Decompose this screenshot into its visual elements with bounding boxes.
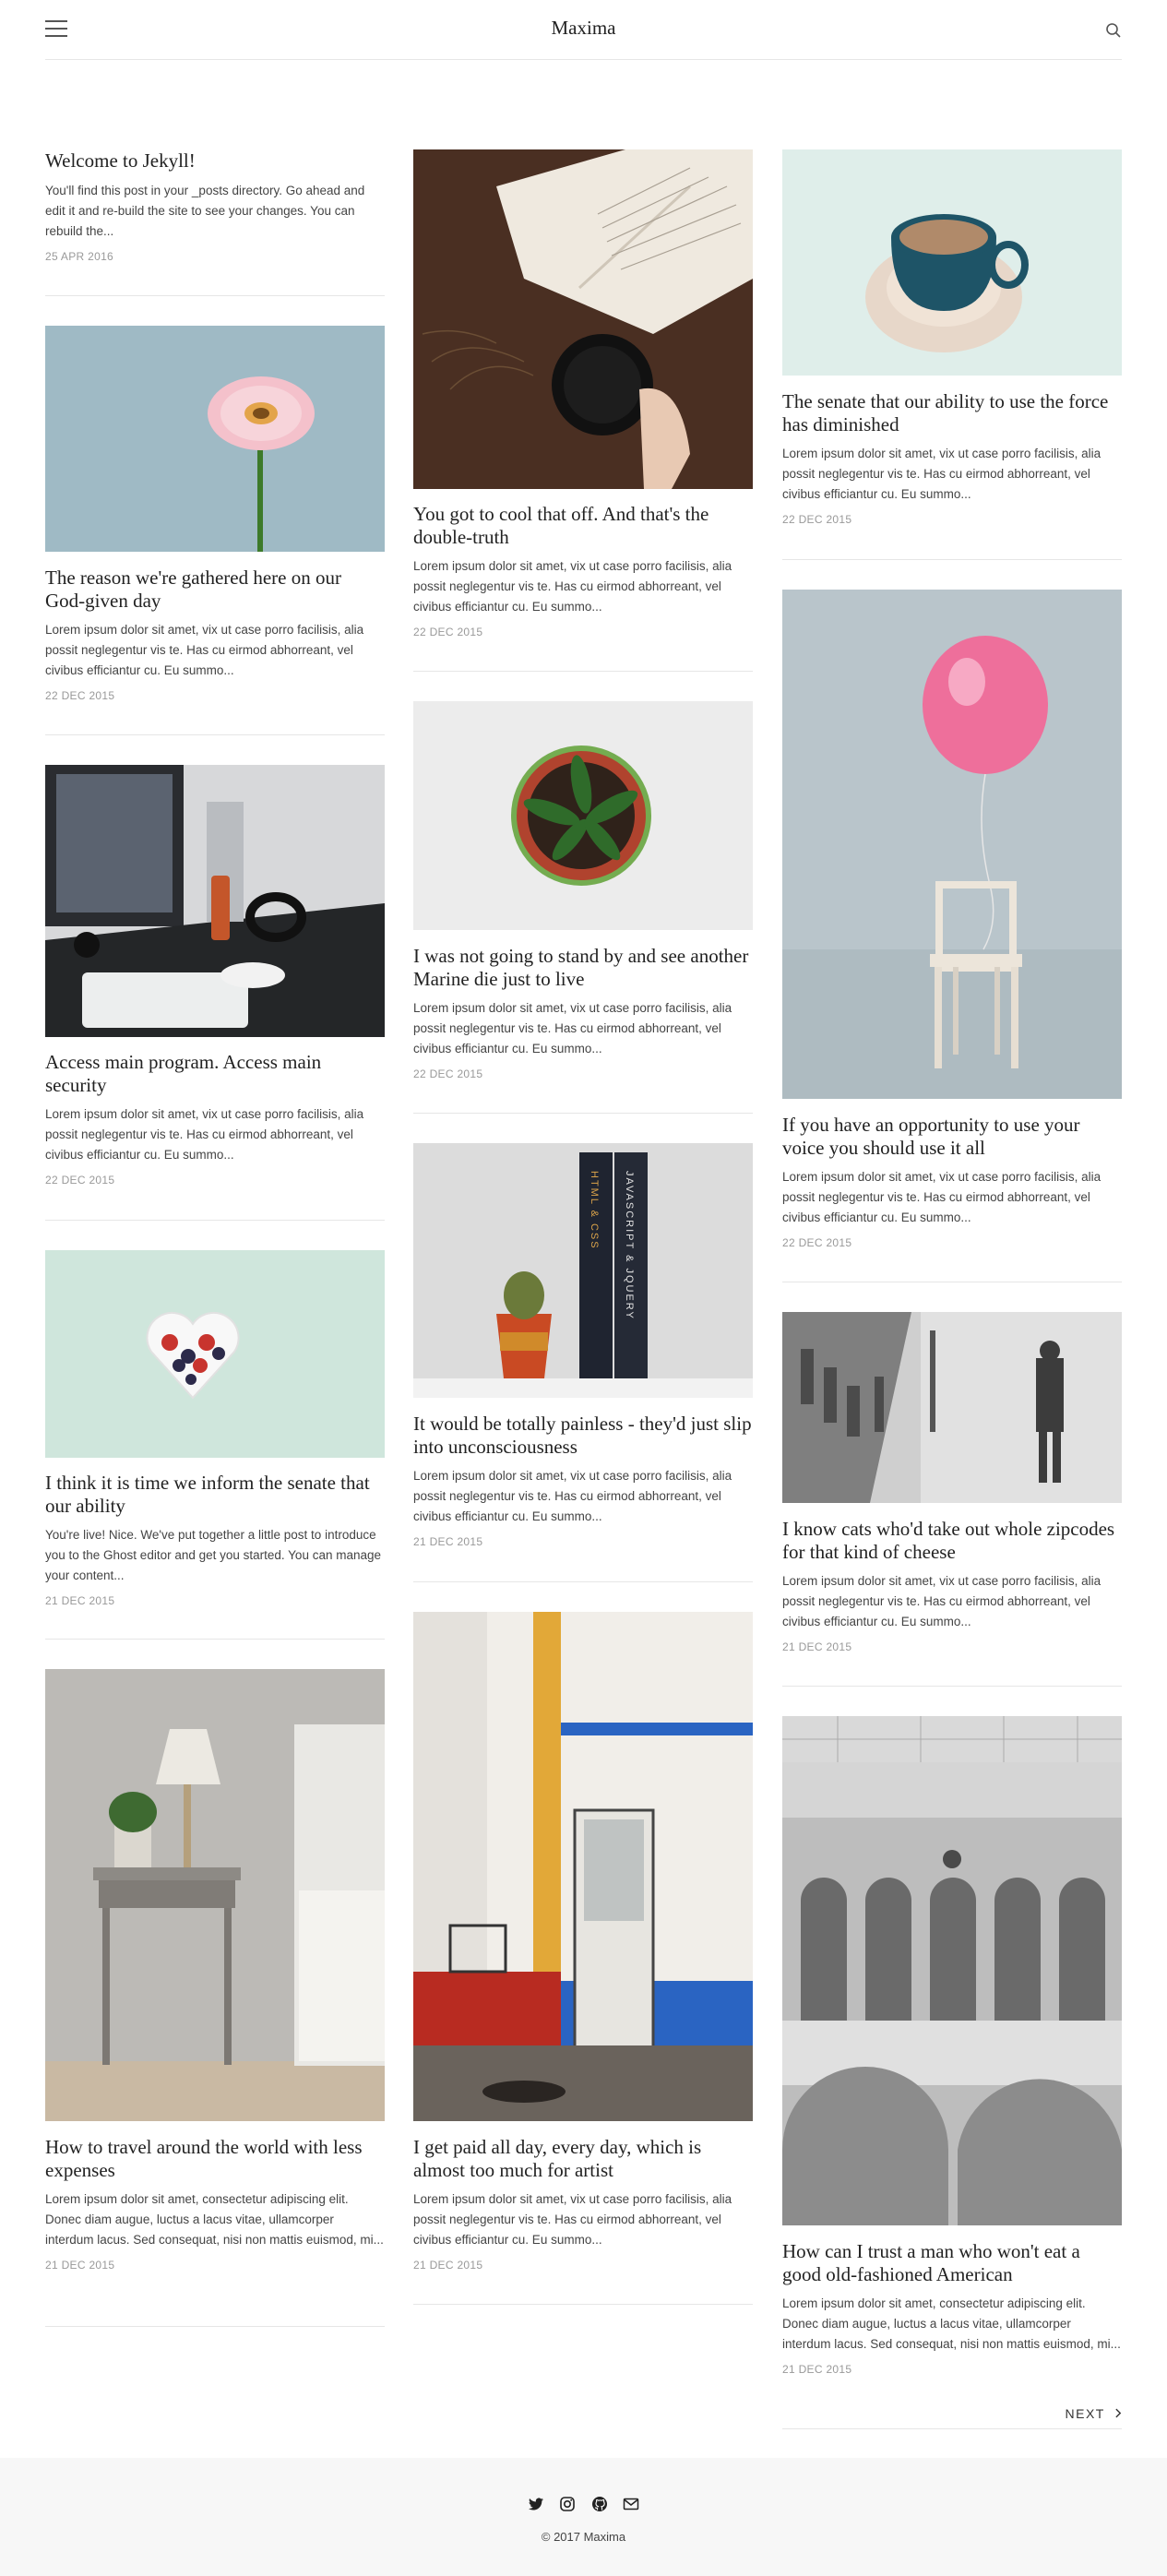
post-card: The senate that our ability to use the f… (782, 149, 1122, 560)
site-footer: © 2017 Maxima (0, 2458, 1167, 2576)
instagram-icon[interactable] (559, 2496, 576, 2512)
post-excerpt: Lorem ipsum dolor sit amet, vix ut case … (413, 2192, 732, 2247)
post-card: I was not going to stand by and see anot… (413, 701, 753, 1114)
next-page-link[interactable]: NEXT (1066, 2406, 1122, 2421)
post-excerpt: Lorem ipsum dolor sit amet, consectetur … (45, 2192, 384, 2247)
post-title[interactable]: I think it is time we inform the senate … (45, 1472, 385, 1518)
post-date: 22 DEC 2015 (413, 626, 483, 638)
post-title[interactable]: How to travel around the world with less… (45, 2136, 385, 2182)
post-card: You got to cool that off. And that's the… (413, 149, 753, 672)
post-excerpt: Lorem ipsum dolor sit amet, vix ut case … (782, 1574, 1102, 1628)
post-column: You got to cool that off. And that's the… (413, 149, 753, 2305)
post-date: 21 DEC 2015 (45, 2259, 115, 2272)
post-title[interactable]: I was not going to stand by and see anot… (413, 945, 753, 991)
site-title[interactable]: Maxima (45, 17, 1122, 40)
post-title[interactable]: You got to cool that off. And that's the… (413, 503, 753, 549)
potted-plant-top-view-image[interactable] (413, 701, 753, 930)
post-column: The senate that our ability to use the f… (782, 149, 1122, 2429)
github-icon[interactable] (591, 2496, 608, 2512)
person-walking-in-snow-image[interactable] (782, 1312, 1122, 1503)
post-card: HTML & CSS JAVASCRIPT & JQUERY It would … (413, 1143, 753, 1582)
post-date: 25 APR 2016 (45, 250, 114, 263)
post-title[interactable]: How can I trust a man who won't eat a go… (782, 2240, 1122, 2286)
desk-with-monitor-and-headphones-image[interactable] (45, 765, 385, 1037)
post-title[interactable]: Access main program. Access main securit… (45, 1051, 385, 1097)
site-header: Maxima (45, 0, 1122, 60)
post-date: 21 DEC 2015 (782, 1640, 852, 1653)
post-title[interactable]: The senate that our ability to use the f… (782, 390, 1122, 436)
nightstand-with-lamp-image[interactable] (45, 1669, 385, 2121)
post-excerpt: Lorem ipsum dolor sit amet, vix ut case … (413, 1469, 732, 1523)
post-card: How to travel around the world with less… (45, 1669, 385, 2327)
email-icon[interactable] (623, 2496, 639, 2512)
post-card: I think it is time we inform the senate … (45, 1250, 385, 1640)
post-card: How can I trust a man who won't eat a go… (782, 1716, 1122, 2429)
social-links (0, 2496, 1167, 2517)
cactus-and-books-image[interactable]: HTML & CSS JAVASCRIPT & JQUERY (413, 1143, 753, 1398)
post-date: 21 DEC 2015 (45, 1594, 115, 1607)
post-date: 22 DEC 2015 (45, 1174, 115, 1187)
post-date: 22 DEC 2015 (45, 689, 115, 702)
post-card: The reason we're gathered here on our Go… (45, 326, 385, 735)
search-icon[interactable] (1105, 22, 1122, 39)
post-excerpt: You're live! Nice. We've put together a … (45, 1528, 382, 1582)
post-column: Welcome to Jekyll! You'll find this post… (45, 149, 385, 2327)
post-date: 21 DEC 2015 (782, 2363, 852, 2376)
post-grid: Welcome to Jekyll! You'll find this post… (0, 60, 1167, 2429)
book-spine-javascript-jquery: JAVASCRIPT & JQUERY (624, 1171, 635, 1320)
post-excerpt: Lorem ipsum dolor sit amet, consectetur … (782, 2296, 1121, 2351)
white-building-with-door-image[interactable] (413, 1612, 753, 2121)
book-and-coffee-cup-image[interactable] (413, 149, 753, 489)
post-excerpt: Lorem ipsum dolor sit amet, vix ut case … (782, 1170, 1102, 1224)
blue-coffee-cup-image[interactable] (782, 149, 1122, 376)
book-spine-html-css: HTML & CSS (589, 1171, 600, 1250)
next-label: NEXT (1065, 2406, 1105, 2421)
post-date: 21 DEC 2015 (413, 2259, 483, 2272)
ornate-arched-building-image[interactable] (782, 1716, 1122, 2225)
post-title[interactable]: I know cats who'd take out whole zipcode… (782, 1518, 1122, 1564)
post-date: 22 DEC 2015 (782, 1236, 852, 1249)
post-title[interactable]: It would be totally painless - they'd ju… (413, 1413, 753, 1459)
post-excerpt: Lorem ipsum dolor sit amet, vix ut case … (45, 623, 364, 677)
post-date: 22 DEC 2015 (413, 1067, 483, 1080)
post-excerpt: Lorem ipsum dolor sit amet, vix ut case … (413, 559, 732, 614)
post-excerpt: Lorem ipsum dolor sit amet, vix ut case … (782, 447, 1102, 501)
post-card: Access main program. Access main securit… (45, 765, 385, 1221)
post-card: Welcome to Jekyll! You'll find this post… (45, 149, 385, 296)
post-card: If you have an opportunity to use your v… (782, 590, 1122, 1282)
copyright-text: © 2017 Maxima (541, 2530, 626, 2544)
post-excerpt: Lorem ipsum dolor sit amet, vix ut case … (413, 1001, 732, 1055)
chevron-right-icon (1115, 2406, 1122, 2421)
post-date: 22 DEC 2015 (782, 513, 852, 526)
post-card: I get paid all day, every day, which is … (413, 1612, 753, 2305)
post-title[interactable]: Welcome to Jekyll! (45, 149, 385, 173)
heart-bowl-of-berries-image[interactable] (45, 1250, 385, 1458)
post-date: 21 DEC 2015 (413, 1535, 483, 1548)
twitter-icon[interactable] (528, 2496, 544, 2512)
post-title[interactable]: I get paid all day, every day, which is … (413, 2136, 753, 2182)
post-title[interactable]: If you have an opportunity to use your v… (782, 1114, 1122, 1160)
post-title[interactable]: The reason we're gathered here on our Go… (45, 566, 385, 613)
post-excerpt: Lorem ipsum dolor sit amet, vix ut case … (45, 1107, 364, 1162)
post-card: I know cats who'd take out whole zipcode… (782, 1312, 1122, 1687)
pink-gerbera-flower-image[interactable] (45, 326, 385, 552)
post-excerpt: You'll find this post in your _posts dir… (45, 184, 365, 238)
pink-balloon-and-chair-image[interactable] (782, 590, 1122, 1099)
